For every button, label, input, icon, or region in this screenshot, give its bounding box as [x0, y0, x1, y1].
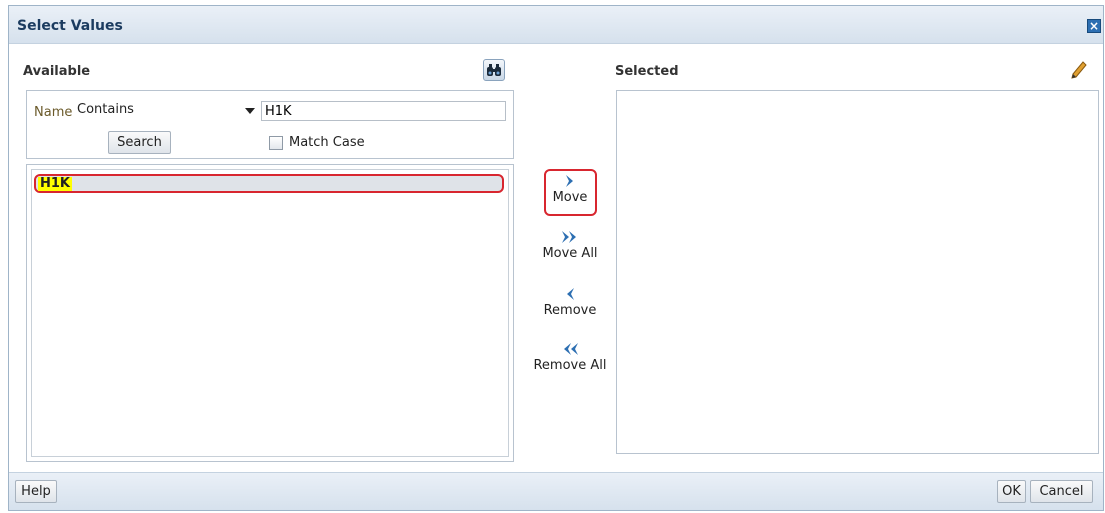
remove-all-button[interactable]: Remove All [530, 342, 610, 373]
dialog-title: Select Values [17, 18, 123, 34]
chevron-down-icon [245, 108, 255, 114]
list-item[interactable]: H1K [34, 174, 504, 193]
dialog-footer: Help OK Cancel [9, 472, 1103, 510]
match-case-checkbox[interactable] [269, 136, 283, 150]
available-list-inner: H1K [31, 169, 509, 457]
remove-button[interactable]: Remove [530, 287, 610, 318]
name-search-input[interactable] [261, 101, 506, 121]
select-values-dialog: Select Values × Available Selected Name … [8, 5, 1104, 511]
name-label: Name [34, 105, 73, 120]
chevron-right-icon [566, 175, 573, 187]
selected-label: Selected [615, 64, 679, 79]
operator-select[interactable]: Contains [73, 99, 259, 121]
double-chevron-left-icon [564, 343, 578, 355]
remove-all-label: Remove All [533, 358, 607, 373]
move-all-button[interactable]: Move All [530, 230, 610, 261]
move-label: Move [552, 190, 588, 205]
pencil-icon[interactable] [1070, 60, 1088, 84]
operator-value: Contains [77, 102, 134, 117]
ok-button[interactable]: OK [997, 480, 1026, 503]
match-case-label: Match Case [289, 135, 365, 150]
chevron-left-icon [567, 288, 574, 300]
help-button[interactable]: Help [15, 480, 57, 503]
title-bar: Select Values × [9, 6, 1103, 44]
close-icon[interactable]: × [1087, 19, 1101, 33]
available-list[interactable]: H1K [26, 164, 514, 462]
double-chevron-right-icon [562, 231, 576, 243]
available-label: Available [23, 64, 91, 79]
search-panel: Name Contains Search Match Case [26, 90, 514, 159]
binoculars-icon[interactable] [483, 59, 505, 81]
cancel-button[interactable]: Cancel [1030, 480, 1093, 503]
selected-list[interactable] [616, 90, 1099, 454]
list-item-label: H1K [38, 176, 72, 191]
remove-label: Remove [543, 303, 597, 318]
search-button[interactable]: Search [108, 131, 171, 154]
move-button[interactable]: Move [530, 174, 610, 205]
move-all-label: Move All [542, 246, 598, 261]
